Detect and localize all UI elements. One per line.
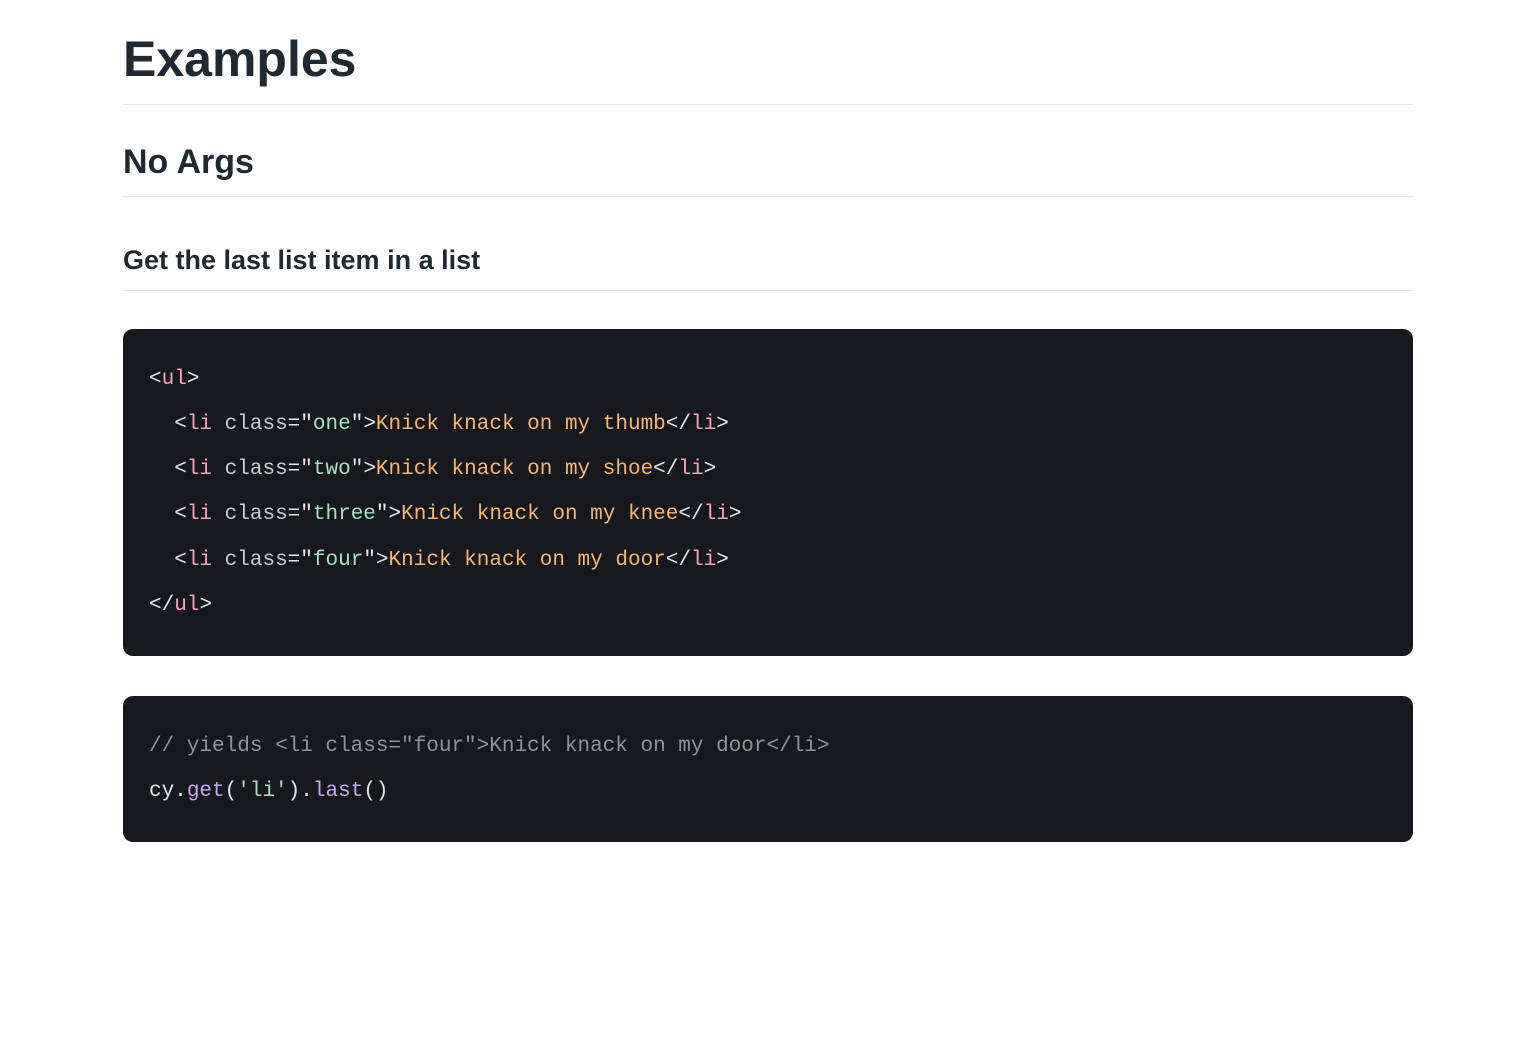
- code-token: li: [691, 413, 716, 436]
- code-token: [212, 458, 225, 481]
- code-token: >: [376, 549, 389, 572]
- code-token: .: [174, 780, 187, 803]
- code-token: li: [187, 549, 212, 572]
- code-block-html: <ul> <li class="one">Knick knack on my t…: [123, 329, 1413, 656]
- code-token: 'li': [237, 780, 287, 803]
- code-token: <: [174, 413, 187, 436]
- code-token: >: [363, 413, 376, 436]
- code-token: </: [666, 549, 691, 572]
- code-token: >: [363, 458, 376, 481]
- heading-get-last-item: Get the last list item in a list: [123, 245, 1413, 291]
- code-token: >: [716, 549, 729, 572]
- code-token: ): [288, 780, 301, 803]
- code-token: <: [149, 368, 162, 391]
- code-token: three: [313, 503, 376, 526]
- code-token: ": [376, 503, 389, 526]
- code-block-js: // yields <li class="four">Knick knack o…: [123, 696, 1413, 842]
- code-token: Knick knack on my thumb: [376, 413, 666, 436]
- code-token: class: [225, 549, 288, 572]
- code-token: ": [300, 458, 313, 481]
- code-token: ): [376, 780, 389, 803]
- code-token: </: [653, 458, 678, 481]
- doc-body: Examples No Args Get the last list item …: [123, 30, 1413, 842]
- code-token: .: [300, 780, 313, 803]
- code-token: ": [363, 549, 376, 572]
- code-token: [212, 413, 225, 436]
- code-token: >: [704, 458, 717, 481]
- code-token: four: [313, 549, 363, 572]
- code-token: <: [174, 503, 187, 526]
- code-token: cy: [149, 780, 174, 803]
- code-token: (: [363, 780, 376, 803]
- code-token: two: [313, 458, 351, 481]
- code-token: (: [225, 780, 238, 803]
- code-token: li: [704, 503, 729, 526]
- code-token: >: [729, 503, 742, 526]
- code-token: </: [678, 503, 703, 526]
- code-token: [212, 549, 225, 572]
- code-token: </: [149, 594, 174, 617]
- code-token: ": [300, 503, 313, 526]
- code-token: class: [225, 413, 288, 436]
- heading-no-args: No Args: [123, 143, 1413, 197]
- code-token: >: [716, 413, 729, 436]
- code-token: =: [288, 458, 301, 481]
- code-token: </: [666, 413, 691, 436]
- code-token: ul: [174, 594, 199, 617]
- code-token: class: [225, 503, 288, 526]
- code-token: get: [187, 780, 225, 803]
- code-token: one: [313, 413, 351, 436]
- code-token: ": [351, 413, 364, 436]
- code-token: >: [389, 503, 402, 526]
- code-comment: // yields <li class="four">Knick knack o…: [149, 735, 830, 758]
- code-token: last: [313, 780, 363, 803]
- code-token: [212, 503, 225, 526]
- code-token: li: [187, 458, 212, 481]
- code-token: ": [300, 413, 313, 436]
- code-token: =: [288, 503, 301, 526]
- code-token: li: [691, 549, 716, 572]
- code-token: >: [187, 368, 200, 391]
- code-token: Knick knack on my door: [389, 549, 666, 572]
- code-token: li: [187, 413, 212, 436]
- code-token: ": [300, 549, 313, 572]
- code-token: >: [199, 594, 212, 617]
- code-token: =: [288, 413, 301, 436]
- code-token: li: [678, 458, 703, 481]
- code-token: <: [174, 458, 187, 481]
- code-token: class: [225, 458, 288, 481]
- code-token: ": [351, 458, 364, 481]
- code-token: Knick knack on my shoe: [376, 458, 653, 481]
- code-token: li: [187, 503, 212, 526]
- code-token: ul: [162, 368, 187, 391]
- code-token: <: [174, 549, 187, 572]
- heading-examples: Examples: [123, 30, 1413, 105]
- code-token: Knick knack on my knee: [401, 503, 678, 526]
- code-token: =: [288, 549, 301, 572]
